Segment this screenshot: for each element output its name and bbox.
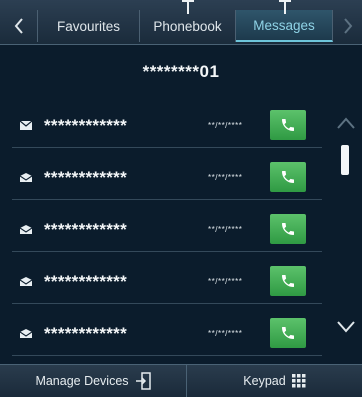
tab-bar: Favourites Phonebook Messages	[0, 0, 362, 45]
tab-phonebook-label: Phonebook	[153, 18, 222, 34]
bottom-bar: Manage Devices Keypad	[0, 364, 362, 397]
call-button[interactable]	[270, 214, 306, 244]
scroll-up-icon[interactable]	[336, 116, 356, 130]
call-button[interactable]	[270, 110, 306, 140]
message-list: ************ **/**/**** ************ **/**/…	[12, 104, 322, 364]
back-button[interactable]	[0, 10, 38, 42]
message-date: **/**/****	[208, 225, 243, 234]
tab-phonebook[interactable]: Phonebook	[140, 10, 236, 42]
call-button[interactable]	[270, 266, 306, 296]
manage-devices-label: Manage Devices	[35, 374, 129, 388]
tab-messages-label: Messages	[253, 17, 315, 33]
message-sender: ************	[44, 324, 127, 343]
tab-favourites-label: Favourites	[56, 18, 121, 34]
keypad-grid-icon	[291, 374, 306, 388]
call-button[interactable]	[270, 162, 306, 192]
contact-number-title: ********01	[142, 62, 220, 81]
tab-favourites[interactable]: Favourites	[38, 10, 140, 42]
manage-devices-button[interactable]: Manage Devices	[0, 365, 187, 397]
device-exit-icon	[135, 372, 151, 390]
phone-icon	[282, 275, 294, 287]
tab-messages[interactable]: Messages	[236, 10, 333, 42]
callout-marker-phonebook	[182, 0, 194, 14]
callout-marker-messages	[279, 0, 291, 14]
message-date: **/**/****	[208, 329, 243, 338]
message-row[interactable]: ************ **/**/****	[12, 156, 322, 200]
envelope-open-icon	[20, 277, 32, 286]
message-row[interactable]: ************ **/**/****	[12, 312, 322, 356]
message-row[interactable]: ************ **/**/****	[12, 104, 322, 148]
message-row[interactable]: ************ **/**/****	[12, 260, 322, 304]
keypad-button[interactable]: Keypad	[187, 365, 362, 397]
phone-icon	[282, 171, 294, 183]
message-sender: ************	[44, 168, 127, 187]
chevron-right-icon	[343, 18, 352, 34]
envelope-closed-icon	[20, 121, 32, 130]
phone-icon	[282, 119, 294, 131]
envelope-open-icon	[20, 225, 32, 234]
phone-icon	[282, 223, 294, 235]
call-button[interactable]	[270, 318, 306, 348]
keypad-label: Keypad	[243, 374, 286, 388]
message-date: **/**/****	[208, 277, 243, 286]
message-sender: ************	[44, 116, 127, 135]
scroll-down-icon[interactable]	[336, 320, 356, 334]
next-button[interactable]	[333, 10, 362, 42]
message-date: **/**/****	[208, 173, 243, 182]
message-sender: ************	[44, 272, 127, 291]
message-date: **/**/****	[208, 121, 243, 130]
phone-icon	[282, 327, 294, 339]
chevron-left-icon	[14, 18, 23, 34]
message-row[interactable]: ************ **/**/****	[12, 208, 322, 252]
scrollbar-thumb[interactable]	[341, 145, 349, 175]
envelope-open-icon	[20, 329, 32, 338]
message-sender: ************	[44, 220, 127, 239]
envelope-open-icon	[20, 173, 32, 182]
